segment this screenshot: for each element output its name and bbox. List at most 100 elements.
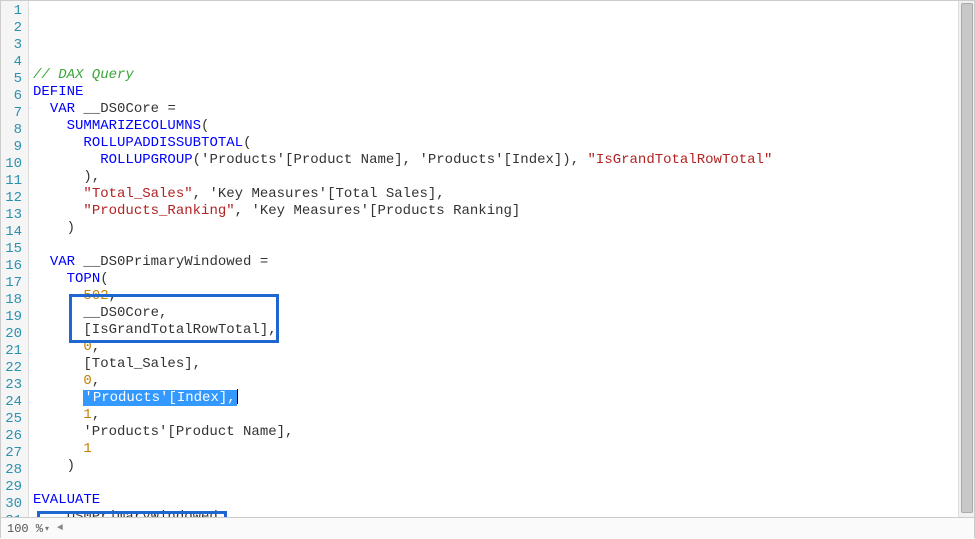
line-number: 15 — [5, 241, 22, 258]
code-token: 1 — [83, 407, 91, 423]
code-token: ( — [243, 135, 251, 151]
code-line[interactable]: SUMMARIZECOLUMNS( — [33, 118, 974, 135]
code-line[interactable]: [IsGrandTotalRowTotal], — [33, 322, 974, 339]
code-line[interactable]: 1 — [33, 441, 974, 458]
code-token: EVALUATE — [33, 492, 100, 508]
line-number: 27 — [5, 445, 22, 462]
scrollbar-thumb[interactable] — [961, 3, 973, 513]
code-line[interactable]: ) — [33, 220, 974, 237]
code-line[interactable]: ), — [33, 169, 974, 186]
code-token: __DS0Core, — [33, 305, 167, 321]
code-token: __DS0PrimaryWindowed — [75, 254, 260, 270]
code-token: "IsGrandTotalRowTotal" — [588, 152, 773, 168]
code-token — [33, 101, 50, 117]
code-token: ), — [33, 169, 100, 185]
line-number: 8 — [5, 122, 22, 139]
code-token — [33, 203, 83, 219]
code-token: // DAX Query — [33, 67, 134, 83]
line-number: 3 — [5, 37, 22, 54]
code-token: DEFINE — [33, 84, 83, 100]
code-token: = — [167, 101, 175, 117]
vertical-scrollbar[interactable] — [958, 1, 974, 517]
code-token: "Total_Sales" — [83, 186, 192, 202]
line-number: 11 — [5, 173, 22, 190]
line-number: 17 — [5, 275, 22, 292]
code-line[interactable]: 0, — [33, 373, 974, 390]
code-token: , — [92, 339, 100, 355]
code-token: ( — [100, 271, 108, 287]
code-line[interactable]: 'Products'[Index], — [33, 390, 974, 407]
code-line[interactable]: TOPN( — [33, 271, 974, 288]
line-number: 23 — [5, 377, 22, 394]
line-number: 10 — [5, 156, 22, 173]
code-line[interactable]: 'Products'[Product Name], — [33, 424, 974, 441]
code-token: VAR — [50, 254, 75, 270]
line-number: 9 — [5, 139, 22, 156]
code-token: , 'Key Measures'[Total Sales], — [193, 186, 445, 202]
zoom-dropdown-icon[interactable]: ▾ — [45, 524, 49, 534]
code-line[interactable]: __DS0PrimaryWindowed — [33, 509, 974, 517]
code-token — [33, 373, 83, 389]
code-token: , — [92, 407, 100, 423]
code-token: 'Products'[Index], — [83, 390, 236, 406]
code-token: [Total_Sales], — [33, 356, 201, 372]
code-line[interactable]: "Products_Ranking", 'Key Measures'[Produ… — [33, 203, 974, 220]
nav-left-icon[interactable]: ◄ — [57, 523, 63, 534]
code-token: __DS0PrimaryWindowed — [33, 509, 218, 517]
code-token — [33, 407, 83, 423]
code-line[interactable] — [33, 237, 974, 254]
code-line[interactable]: ROLLUPGROUP('Products'[Product Name], 'P… — [33, 152, 974, 169]
code-line[interactable]: 502, — [33, 288, 974, 305]
code-line[interactable]: "Total_Sales", 'Key Measures'[Total Sale… — [33, 186, 974, 203]
code-editor[interactable]: 1234567891011121314151617181920212223242… — [1, 1, 974, 517]
code-area[interactable]: // DAX QueryDEFINE VAR __DS0Core = SUMMA… — [29, 1, 974, 517]
code-line[interactable]: // DAX Query — [33, 67, 974, 84]
code-token — [33, 271, 67, 287]
code-token: , — [109, 288, 117, 304]
line-number: 20 — [5, 326, 22, 343]
line-number: 30 — [5, 496, 22, 513]
line-number: 1 — [5, 3, 22, 20]
line-number: 18 — [5, 292, 22, 309]
code-line[interactable]: DEFINE — [33, 84, 974, 101]
code-line[interactable]: ROLLUPADDISSUBTOTAL( — [33, 135, 974, 152]
code-line[interactable]: ) — [33, 458, 974, 475]
code-line[interactable]: 1, — [33, 407, 974, 424]
line-number-gutter: 1234567891011121314151617181920212223242… — [1, 1, 29, 517]
line-number: 24 — [5, 394, 22, 411]
code-token — [33, 186, 83, 202]
line-number: 25 — [5, 411, 22, 428]
code-token — [33, 118, 67, 134]
code-line[interactable]: 0, — [33, 339, 974, 356]
line-number: 6 — [5, 88, 22, 105]
code-token: __DS0Core — [75, 101, 167, 117]
line-number: 5 — [5, 71, 22, 88]
code-line[interactable]: VAR __DS0Core = — [33, 101, 974, 118]
code-token: "Products_Ranking" — [83, 203, 234, 219]
code-token: [IsGrandTotalRowTotal], — [33, 322, 277, 338]
line-number: 7 — [5, 105, 22, 122]
status-bar: 100 % ▾ ◄ — [1, 517, 974, 539]
code-token: 0 — [83, 373, 91, 389]
code-token: VAR — [50, 101, 75, 117]
code-token: , 'Key Measures'[Products Ranking] — [235, 203, 521, 219]
code-token: ) — [33, 458, 75, 474]
line-number: 19 — [5, 309, 22, 326]
zoom-level[interactable]: 100 % — [7, 522, 43, 536]
code-line[interactable]: __DS0Core, — [33, 305, 974, 322]
code-token: ) — [33, 220, 75, 236]
code-line[interactable] — [33, 475, 974, 492]
code-token — [33, 339, 83, 355]
line-number: 21 — [5, 343, 22, 360]
code-token: 0 — [83, 339, 91, 355]
code-token: 'Products'[Product Name], — [33, 424, 293, 440]
code-token: 1 — [83, 441, 91, 457]
code-line[interactable]: [Total_Sales], — [33, 356, 974, 373]
code-line[interactable]: EVALUATE — [33, 492, 974, 509]
line-number: 28 — [5, 462, 22, 479]
line-number: 4 — [5, 54, 22, 71]
code-token: , — [92, 373, 100, 389]
code-line[interactable]: VAR __DS0PrimaryWindowed = — [33, 254, 974, 271]
code-token: ('Products'[Product Name], 'Products'[In… — [193, 152, 588, 168]
code-token: ROLLUPGROUP — [100, 152, 192, 168]
